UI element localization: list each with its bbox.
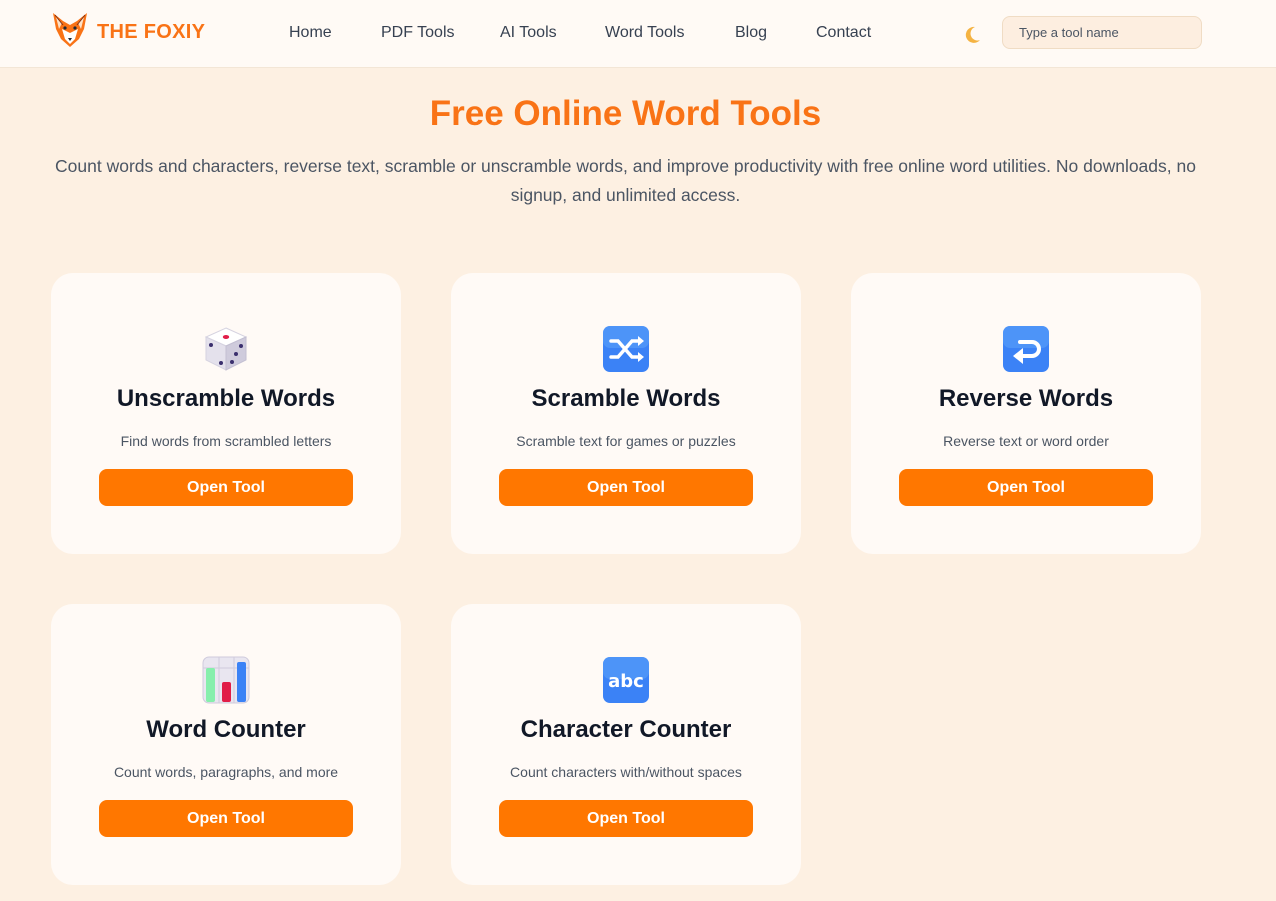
brand-name: THE FOXIY: [97, 20, 206, 43]
tool-card-word-counter: Word Counter Count words, paragraphs, an…: [51, 604, 401, 885]
tool-title: Scramble Words: [531, 385, 721, 412]
tool-title: Unscramble Words: [116, 385, 336, 412]
tool-description: Scramble text for games or puzzles: [516, 433, 736, 449]
nav-ai-tools[interactable]: AI Tools: [500, 24, 557, 42]
tool-description: Reverse text or word order: [943, 433, 1109, 449]
open-tool-button[interactable]: Open Tool: [499, 469, 753, 506]
tool-description: Count words, paragraphs, and more: [113, 764, 339, 780]
tool-title: Character Counter: [520, 716, 732, 743]
page-title: Free Online Word Tools: [429, 94, 822, 133]
tool-description: Count characters with/without spaces: [510, 764, 742, 780]
page-description: Count words and characters, reverse text…: [55, 156, 1196, 205]
return-arrow-icon: [1002, 325, 1050, 373]
tool-title: Reverse Words: [938, 385, 1114, 412]
nav-home[interactable]: Home: [289, 24, 332, 42]
dice-icon: [202, 325, 250, 373]
tool-search-input[interactable]: [1002, 16, 1202, 49]
bar-chart-icon: [202, 656, 250, 704]
tool-description: Find words from scrambled letters: [120, 433, 332, 449]
tool-card-scramble-words: Scramble Words Scramble text for games o…: [451, 273, 801, 554]
tool-title: Word Counter: [146, 716, 306, 743]
open-tool-button[interactable]: Open Tool: [99, 800, 353, 837]
moon-icon: [960, 24, 984, 46]
svg-text:abc: abc: [608, 671, 644, 692]
open-tool-button[interactable]: Open Tool: [899, 469, 1153, 506]
shuffle-icon: [602, 325, 650, 373]
tool-card-reverse-words: Reverse Words Reverse text or word order…: [851, 273, 1201, 554]
abc-icon: abc: [602, 656, 650, 704]
nav-pdf-tools[interactable]: PDF Tools: [381, 24, 455, 42]
tool-card-character-counter: abc Character Counter Count characters w…: [451, 604, 801, 885]
nav-blog[interactable]: Blog: [735, 24, 767, 42]
theme-toggle-button[interactable]: [960, 23, 984, 47]
open-tool-button[interactable]: Open Tool: [499, 800, 753, 837]
site-header: THE FOXIY Home PDF Tools AI Tools Word T…: [0, 0, 1276, 68]
fox-logo-icon: [51, 11, 89, 54]
nav-word-tools[interactable]: Word Tools: [605, 24, 684, 42]
open-tool-button[interactable]: Open Tool: [99, 469, 353, 506]
tool-card-unscramble-words: Unscramble Words Find words from scrambl…: [51, 273, 401, 554]
brand-logo[interactable]: THE FOXIY: [51, 11, 206, 54]
nav-contact[interactable]: Contact: [816, 24, 871, 42]
